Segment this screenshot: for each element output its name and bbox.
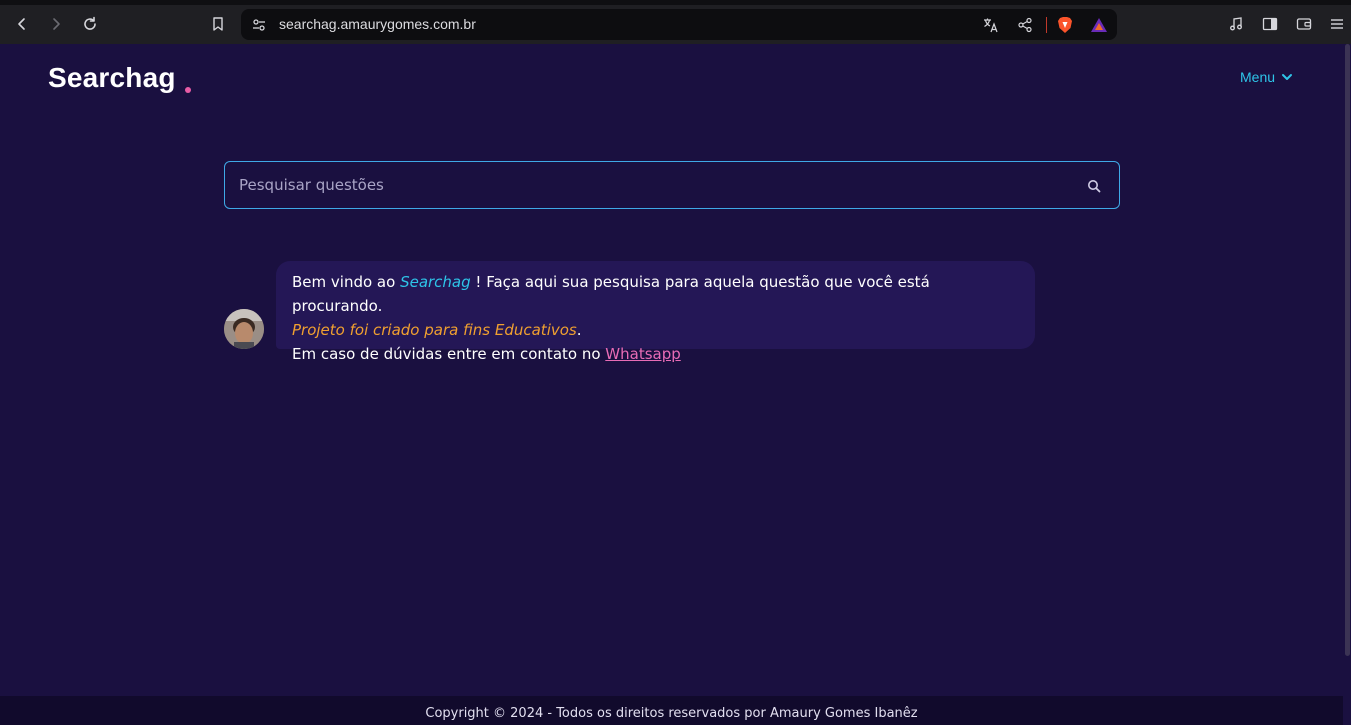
url-text[interactable]: searchag.amaurygomes.com.br: [279, 16, 476, 32]
welcome-message: Bem vindo ao Searchag ! Faça aqui sua pe…: [276, 261, 1035, 363]
brave-shields-icon[interactable]: [1055, 15, 1075, 35]
message-line-3: Em caso de dúvidas entre em contato no W…: [292, 345, 681, 363]
site-settings-icon[interactable]: [249, 15, 269, 35]
educational-note: Projeto foi criado para fins Educativos: [292, 321, 577, 339]
site-logo[interactable]: Searchag: [48, 62, 176, 94]
chevron-down-icon: [1282, 74, 1293, 80]
browser-toolbar: searchag.amaurygomes.com.br: [0, 5, 1351, 44]
bookmark-icon[interactable]: [205, 11, 231, 37]
hamburger-menu-icon[interactable]: [1325, 11, 1349, 37]
footer: Copyright © 2024 - Todos os direitos res…: [0, 696, 1343, 725]
translate-icon[interactable]: [981, 15, 1001, 35]
menu-button[interactable]: Menu: [1240, 69, 1293, 85]
search-icon[interactable]: [1087, 178, 1103, 194]
scrollbar-thumb[interactable]: [1345, 44, 1350, 656]
search-input[interactable]: [239, 162, 1079, 208]
wallet-icon[interactable]: [1292, 11, 1316, 37]
toolbar-separator: [1046, 17, 1047, 33]
forward-icon[interactable]: [43, 11, 69, 37]
search-box: [224, 161, 1120, 209]
media-icon[interactable]: [1224, 11, 1248, 37]
logo-dot: [185, 87, 191, 93]
back-icon[interactable]: [9, 11, 35, 37]
sidebar-icon[interactable]: [1258, 11, 1282, 37]
brand-name: Searchag: [400, 273, 471, 291]
message-line-2: Projeto foi criado para fins Educativos.: [292, 321, 582, 339]
address-bar[interactable]: searchag.amaurygomes.com.br: [241, 9, 1117, 40]
whatsapp-link[interactable]: Whatsapp: [605, 345, 680, 363]
avatar: [224, 309, 264, 349]
message-line-1: Bem vindo ao Searchag ! Faça aqui sua pe…: [292, 273, 930, 315]
menu-label: Menu: [1240, 69, 1276, 85]
brave-rewards-icon[interactable]: [1089, 15, 1109, 35]
share-icon[interactable]: [1015, 15, 1035, 35]
reload-icon[interactable]: [77, 11, 103, 37]
copyright-text: Copyright © 2024 - Todos os direitos res…: [425, 706, 918, 721]
